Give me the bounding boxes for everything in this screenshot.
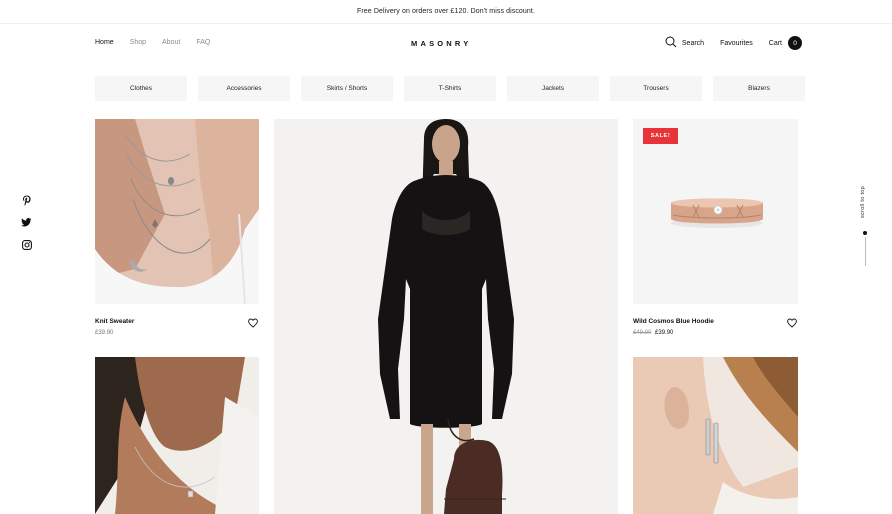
product-current-price: £39.90 bbox=[655, 330, 674, 336]
instagram-icon[interactable] bbox=[21, 239, 32, 250]
cart-label: Cart bbox=[768, 39, 782, 47]
heart-icon[interactable] bbox=[248, 315, 258, 328]
category-blazers[interactable]: Blazers bbox=[713, 76, 805, 101]
product-image-earring[interactable] bbox=[633, 357, 798, 514]
product-current-price: £39.90 bbox=[95, 330, 114, 336]
nav-item-faq[interactable]: FAQ bbox=[196, 39, 210, 46]
main-nav: Home Shop About FAQ bbox=[95, 39, 210, 46]
nav-item-shop[interactable]: Shop bbox=[130, 39, 146, 46]
nav-item-home[interactable]: Home bbox=[95, 39, 114, 46]
product-image-necklace[interactable] bbox=[95, 119, 259, 304]
social-links bbox=[21, 195, 32, 250]
favourites-link[interactable]: Favourites bbox=[720, 40, 753, 47]
product-price: £39.90 bbox=[95, 330, 113, 336]
pinterest-icon[interactable] bbox=[21, 195, 32, 206]
product-price: £49.90 £39.90 bbox=[633, 330, 673, 336]
product-title[interactable]: Knit Sweater bbox=[95, 318, 134, 325]
scroll-to-top[interactable]: scroll to top bbox=[858, 186, 872, 266]
product-image-pendant[interactable] bbox=[95, 357, 259, 514]
category-clothes[interactable]: Clothes bbox=[95, 76, 187, 101]
category-bar: Clothes Accessories Skirts / Shorts T-Sh… bbox=[95, 76, 805, 101]
search-label: Search bbox=[681, 39, 705, 47]
cart-button[interactable]: Cart 0 bbox=[769, 36, 802, 50]
category-trousers[interactable]: Trousers bbox=[610, 76, 702, 101]
announcement-text: Free Delivery on orders over £120. Don't… bbox=[356, 8, 536, 15]
sale-badge: SALE! bbox=[643, 128, 678, 144]
scroll-indicator-line bbox=[864, 237, 866, 266]
product-image-dress[interactable] bbox=[274, 119, 618, 514]
search-icon bbox=[665, 36, 677, 50]
product-image-ring[interactable] bbox=[633, 119, 798, 304]
category-jackets[interactable]: Jackets bbox=[507, 76, 599, 101]
scroll-to-top-label: scroll to top bbox=[860, 186, 866, 219]
twitter-icon[interactable] bbox=[21, 217, 32, 228]
announcement-bar: Free Delivery on orders over £120. Don't… bbox=[0, 0, 892, 24]
nav-item-about[interactable]: About bbox=[162, 39, 180, 46]
product-title[interactable]: Wild Cosmos Blue Hoodie bbox=[633, 318, 714, 325]
cart-count-badge: 0 bbox=[788, 36, 802, 50]
scroll-indicator-dot bbox=[863, 231, 867, 235]
product-old-price: £49.90 bbox=[633, 330, 652, 336]
site-logo[interactable]: MASONRY bbox=[411, 39, 471, 48]
heart-icon[interactable] bbox=[787, 315, 797, 328]
category-accessories[interactable]: Accessories bbox=[198, 76, 290, 101]
header-actions: Search Favourites Cart 0 bbox=[665, 36, 802, 50]
category-t-shirts[interactable]: T-Shirts bbox=[404, 76, 496, 101]
search-button[interactable]: Search bbox=[665, 36, 704, 50]
category-skirts-shorts[interactable]: Skirts / Shorts bbox=[301, 76, 393, 101]
